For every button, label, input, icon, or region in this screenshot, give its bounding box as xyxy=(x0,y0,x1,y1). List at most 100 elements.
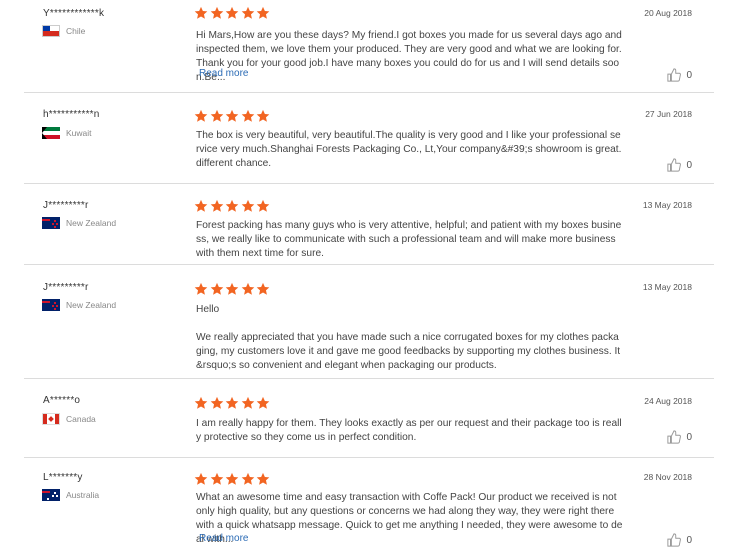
review-date: 20 Aug 2018 xyxy=(644,8,692,18)
chile-flag-icon xyxy=(42,25,60,37)
thumbs-up-icon xyxy=(667,68,682,82)
star-icon xyxy=(241,282,254,295)
read-more-link[interactable]: Read more xyxy=(199,533,248,544)
star-icon xyxy=(256,396,270,409)
rating-stars xyxy=(194,282,272,301)
star-icon xyxy=(225,282,239,295)
star-icon xyxy=(194,109,208,122)
reviewer-name: Y************k xyxy=(43,8,105,19)
review-text: Hello We really appreciated that you hav… xyxy=(196,303,624,373)
reviewer-name: h***********n xyxy=(43,109,100,120)
review-greeting: Hello xyxy=(196,304,220,315)
star-icon xyxy=(210,282,223,295)
country-name: New Zealand xyxy=(66,300,117,310)
like-button[interactable]: 0 xyxy=(667,158,692,172)
star-icon xyxy=(241,472,254,485)
star-icon xyxy=(194,6,208,19)
country-name: New Zealand xyxy=(66,218,117,228)
star-icon xyxy=(256,199,270,212)
reviewer-name: J*********r xyxy=(43,282,89,293)
rating-stars xyxy=(194,472,272,491)
reviewer-country: New Zealand xyxy=(42,216,116,230)
review-item: Y************k Chile 20 Aug 2018 Hi Mars… xyxy=(24,0,714,93)
like-button[interactable]: 0 xyxy=(667,68,692,82)
reviewer-name: L*******y xyxy=(43,472,83,483)
country-name: Australia xyxy=(66,490,100,500)
star-icon xyxy=(256,109,270,122)
review-item: h***********n Kuwait 27 Jun 2018 The box… xyxy=(24,93,714,184)
reviewer-name: J*********r xyxy=(43,200,89,211)
like-button[interactable]: 0 xyxy=(667,533,692,547)
reviewer-country: Canada xyxy=(42,412,96,426)
rating-stars xyxy=(194,6,272,25)
star-icon xyxy=(210,109,223,122)
star-icon xyxy=(225,199,239,212)
star-icon xyxy=(194,396,208,409)
star-icon xyxy=(256,472,270,485)
review-text: I am really happy for them. They looks e… xyxy=(196,417,624,445)
like-count: 0 xyxy=(686,534,692,546)
rating-stars xyxy=(194,109,272,128)
reviewer-country: Kuwait xyxy=(42,126,92,140)
star-icon xyxy=(256,6,270,19)
review-date: 13 May 2018 xyxy=(642,200,692,210)
country-name: Kuwait xyxy=(66,128,92,138)
review-item: J*********r New Zealand 13 May 2018 Fore… xyxy=(24,184,714,265)
like-count: 0 xyxy=(686,431,692,443)
review-paragraph: We really appreciated that you have made… xyxy=(196,332,621,371)
review-paragraph: Hi Mars,How are you these days? My frien… xyxy=(196,30,622,83)
review-paragraph: Forest packing has many guys who is very… xyxy=(196,220,622,259)
review-text: Forest packing has many guys who is very… xyxy=(196,219,624,261)
star-icon xyxy=(210,6,223,19)
review-item: A******o Canada 24 Aug 2018 I am really … xyxy=(24,379,714,458)
star-icon xyxy=(225,109,239,122)
star-icon xyxy=(241,396,254,409)
review-paragraph: What an awesome time and easy transactio… xyxy=(196,492,623,545)
star-icon xyxy=(210,396,223,409)
australia-flag-icon xyxy=(42,489,60,501)
star-icon xyxy=(210,199,223,212)
reviews-list: Y************k Chile 20 Aug 2018 Hi Mars… xyxy=(0,0,750,557)
review-paragraph: The box is very beautiful, very beautifu… xyxy=(196,130,622,169)
reviewer-country: New Zealand xyxy=(42,298,116,312)
rating-stars xyxy=(194,199,272,218)
reviewer-country: Chile xyxy=(42,24,85,38)
thumbs-up-icon xyxy=(667,533,682,547)
star-icon xyxy=(194,199,208,212)
star-icon xyxy=(256,282,270,295)
country-name: Chile xyxy=(66,26,86,36)
review-date: 24 Aug 2018 xyxy=(644,396,692,406)
like-button[interactable]: 0 xyxy=(667,430,692,444)
thumbs-up-icon xyxy=(667,430,682,444)
review-paragraph: I am really happy for them. They looks e… xyxy=(196,418,622,443)
star-icon xyxy=(210,472,223,485)
read-more-link[interactable]: Read more xyxy=(199,68,248,79)
review-date: 28 Nov 2018 xyxy=(643,472,692,482)
star-icon xyxy=(225,6,239,19)
canada-flag-icon xyxy=(42,413,60,425)
reviewer-name: A******o xyxy=(43,395,81,406)
country-name: Canada xyxy=(66,414,96,424)
star-icon xyxy=(194,282,208,295)
like-count: 0 xyxy=(686,159,692,171)
new-zealand-flag-icon xyxy=(42,299,60,311)
review-item: L*******y Australia 28 Nov 2018 What an … xyxy=(24,458,714,557)
star-icon xyxy=(225,472,239,485)
review-text: The box is very beautiful, very beautifu… xyxy=(196,129,624,171)
star-icon xyxy=(241,199,254,212)
review-text: What an awesome time and easy transactio… xyxy=(196,491,624,547)
like-count: 0 xyxy=(686,69,692,81)
thumbs-up-icon xyxy=(667,158,682,172)
star-icon xyxy=(194,472,208,485)
kuwait-flag-icon xyxy=(42,127,60,139)
star-icon xyxy=(241,6,254,19)
review-date: 13 May 2018 xyxy=(642,282,692,292)
star-icon xyxy=(225,396,239,409)
star-icon xyxy=(241,109,254,122)
review-date: 27 Jun 2018 xyxy=(645,109,692,119)
review-item: J*********r New Zealand 13 May 2018 Hell… xyxy=(24,265,714,379)
new-zealand-flag-icon xyxy=(42,217,60,229)
review-text: Hi Mars,How are you these days? My frien… xyxy=(196,29,624,85)
reviewer-country: Australia xyxy=(42,488,99,502)
rating-stars xyxy=(194,396,272,415)
